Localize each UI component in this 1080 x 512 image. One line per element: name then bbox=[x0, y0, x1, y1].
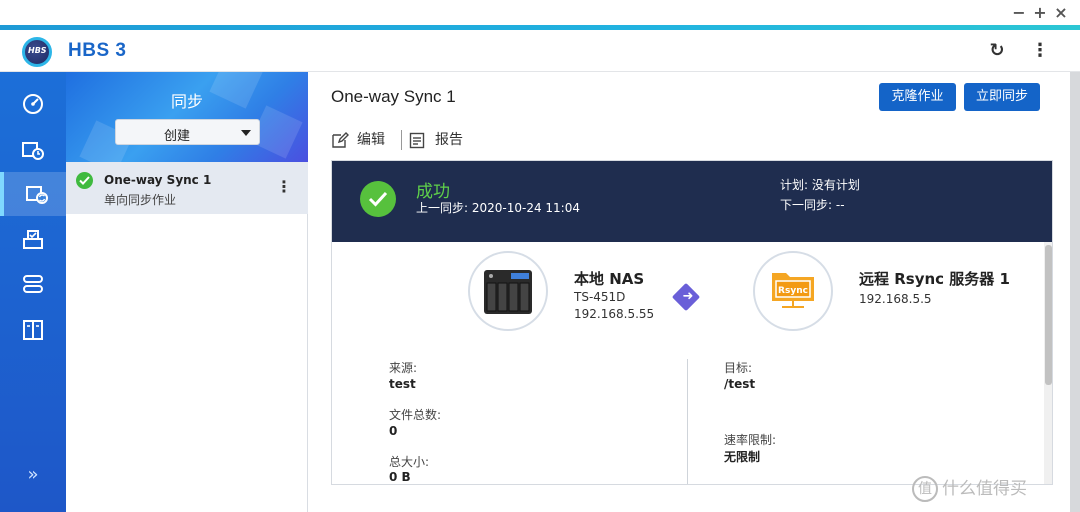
sync-section-title: 同步 bbox=[170, 92, 203, 111]
file-count-label: 文件总数: bbox=[389, 408, 442, 422]
details-divider bbox=[687, 359, 688, 484]
source-nas-icon bbox=[468, 251, 548, 331]
create-label: 创建 bbox=[163, 129, 190, 144]
page-title: One-way Sync 1 bbox=[331, 87, 456, 106]
edit-button[interactable]: 编辑 bbox=[331, 128, 391, 152]
status-band: 成功 上一同步: 2020-10-24 11:04 计划: 没有计划 下一同步:… bbox=[332, 161, 1052, 242]
rsync-server-icon: Rsync bbox=[753, 251, 833, 331]
window-edge bbox=[1070, 72, 1080, 512]
create-dropdown-button[interactable]: 创建 bbox=[115, 119, 260, 145]
job-type: 单向同步作业 bbox=[104, 193, 177, 207]
rate-limit-value: 无限制 bbox=[724, 450, 761, 464]
file-count-value: 0 bbox=[389, 424, 398, 438]
logs-icon bbox=[23, 320, 43, 340]
rail-item-sync[interactable] bbox=[0, 172, 66, 216]
rate-limit-label: 速率限制: bbox=[724, 433, 777, 447]
rail-item-services[interactable] bbox=[0, 262, 66, 306]
job-detail-panel: 成功 上一同步: 2020-10-24 11:04 计划: 没有计划 下一同步:… bbox=[331, 160, 1053, 485]
total-size-label: 总大小: bbox=[389, 455, 430, 469]
rail-item-logs[interactable] bbox=[0, 308, 66, 352]
job-name: One-way Sync 1 bbox=[104, 173, 212, 187]
dest-ip: 192.168.5.5 bbox=[859, 292, 932, 306]
toolbar-divider bbox=[401, 130, 402, 150]
rail-item-backup[interactable] bbox=[0, 128, 66, 172]
sync-banner: 同步 创建 bbox=[66, 72, 308, 162]
report-icon bbox=[409, 132, 425, 149]
last-sync-time: 上一同步: 2020-10-24 11:04 bbox=[416, 201, 580, 215]
window-titlebar: − + × bbox=[0, 0, 1080, 26]
rail-item-storage[interactable] bbox=[0, 218, 66, 262]
edit-label: 编辑 bbox=[357, 132, 385, 148]
dest-title: 远程 Rsync 服务器 1 bbox=[859, 270, 1010, 288]
sync-job-list: 同步 创建 One-way Sync 1 单向同步作业 ⋮ bbox=[66, 72, 308, 512]
overview-icon bbox=[23, 94, 43, 114]
hbs-logo: HBS bbox=[22, 37, 52, 67]
backup-restore-icon bbox=[22, 142, 44, 160]
schedule-plan: 计划: 没有计划 bbox=[780, 178, 860, 192]
target-value: /test bbox=[724, 377, 756, 391]
source-ip: 192.168.5.55 bbox=[574, 307, 655, 321]
sync-now-button[interactable]: 立即同步 bbox=[964, 83, 1040, 111]
job-more-icon[interactable]: ⋮ bbox=[276, 178, 292, 196]
rsync-badge: Rsync bbox=[778, 286, 808, 296]
arrow-right-icon: ➜ bbox=[682, 289, 694, 304]
sync-job-item[interactable]: One-way Sync 1 单向同步作业 ⋮ bbox=[66, 162, 308, 214]
watermark: 值什么值得买 bbox=[912, 474, 1027, 502]
source-model: TS-451D bbox=[574, 290, 626, 304]
success-check-icon bbox=[360, 181, 396, 217]
success-check-icon bbox=[76, 172, 93, 189]
close-button[interactable]: × bbox=[1052, 4, 1070, 22]
maximize-button[interactable]: + bbox=[1031, 4, 1049, 22]
job-detail: One-way Sync 1 克隆作业 立即同步 编辑 报告 成功 上一同步: … bbox=[309, 72, 1080, 512]
sync-icon bbox=[26, 186, 48, 204]
refresh-icon[interactable]: ↻ bbox=[986, 40, 1008, 62]
app-title: HBS 3 bbox=[68, 40, 127, 61]
target-label: 目标: bbox=[724, 361, 753, 375]
app-header: HBS HBS 3 ↻ ⋮ bbox=[0, 30, 1080, 72]
scrollbar-thumb[interactable] bbox=[1045, 245, 1052, 385]
clone-job-button[interactable]: 克隆作业 bbox=[879, 83, 956, 111]
source-value: test bbox=[389, 377, 416, 391]
report-button[interactable]: 报告 bbox=[409, 128, 469, 152]
services-icon bbox=[23, 275, 43, 293]
minimize-button[interactable]: − bbox=[1010, 4, 1028, 22]
watermark-text: 什么值得买 bbox=[942, 479, 1027, 499]
expand-rail-icon[interactable]: » bbox=[22, 464, 44, 486]
total-size-value: 0 B bbox=[389, 470, 411, 484]
caret-down-icon bbox=[241, 130, 251, 136]
watermark-logo-icon: 值 bbox=[912, 476, 938, 502]
rail-item-overview[interactable] bbox=[0, 82, 66, 126]
logo-text: HBS bbox=[28, 46, 47, 55]
report-label: 报告 bbox=[435, 132, 463, 148]
source-label: 来源: bbox=[389, 361, 418, 375]
more-options-icon[interactable]: ⋮ bbox=[1029, 40, 1051, 62]
storage-icon bbox=[23, 230, 43, 249]
edit-icon bbox=[332, 132, 349, 148]
source-title: 本地 NAS bbox=[574, 270, 645, 288]
nav-rail: » bbox=[0, 72, 66, 512]
next-sync-time: 下一同步: -- bbox=[780, 198, 845, 212]
